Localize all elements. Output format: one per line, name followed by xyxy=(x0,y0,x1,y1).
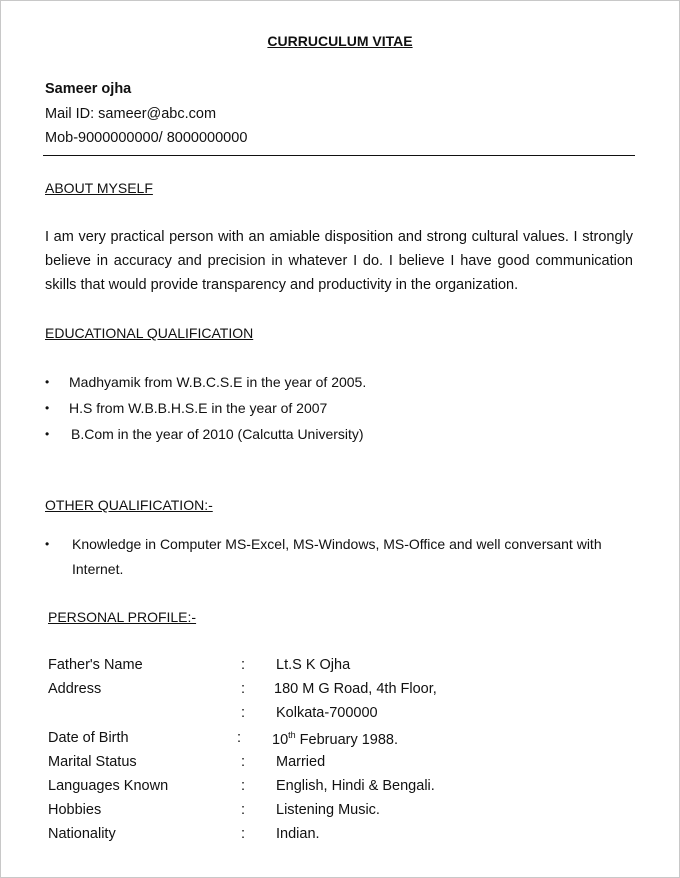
bullet-icon: • xyxy=(45,427,50,441)
list-item: B.Com in the year of 2010 (Calcutta Univ… xyxy=(71,426,364,442)
dob-suffix: th xyxy=(288,730,296,740)
profile-value: English, Hindi & Bengali. xyxy=(276,778,435,794)
about-text: I am very practical person with an amiab… xyxy=(45,229,633,293)
profile-colon: : xyxy=(241,705,246,721)
profile-label: Father's Name xyxy=(48,657,143,673)
list-item-continuation: Internet. xyxy=(72,561,124,577)
candidate-name: Sameer ojha xyxy=(45,81,132,97)
cv-page: CURRUCULUM VITAE Sameer ojha Mail ID: sa… xyxy=(0,0,680,878)
profile-label: Nationality xyxy=(48,826,116,842)
dob-day: 10 xyxy=(272,731,289,748)
bullet-icon: • xyxy=(45,401,50,415)
other-heading: OTHER QUALIFICATION:- xyxy=(45,497,213,513)
bullet-icon: • xyxy=(45,537,50,551)
profile-label: Hobbies xyxy=(48,802,102,818)
bullet-icon: • xyxy=(45,375,50,389)
profile-value: Married xyxy=(276,754,326,770)
profile-value: Listening Music. xyxy=(276,802,380,818)
profile-colon: : xyxy=(241,778,246,794)
profile-label: Date of Birth xyxy=(48,730,129,746)
profile-colon: : xyxy=(241,681,246,697)
profile-value: Lt.S K Ojha xyxy=(276,657,351,673)
profile-value: 10th February 1988. xyxy=(272,730,398,748)
list-item: Knowledge in Computer MS-Excel, MS-Windo… xyxy=(72,536,602,552)
dob-rest: February 1988. xyxy=(295,731,399,748)
document-title: CURRUCULUM VITAE xyxy=(267,33,413,49)
profile-colon: : xyxy=(241,802,246,818)
profile-label: Address xyxy=(48,681,102,697)
profile-label: Marital Status xyxy=(48,754,137,770)
about-heading: ABOUT MYSELF xyxy=(45,180,153,196)
mobile-line: Mob-9000000000/ 8000000000 xyxy=(45,130,248,146)
profile-colon: : xyxy=(241,754,246,770)
email-line: Mail ID: sameer@abc.com xyxy=(45,106,217,122)
profile-label: Languages Known xyxy=(48,778,169,794)
profile-colon: : xyxy=(241,657,246,673)
list-item: Madhyamik from W.B.C.S.E in the year of … xyxy=(69,374,367,390)
profile-value: Kolkata-700000 xyxy=(276,705,378,721)
profile-value: 180 M G Road, 4th Floor, xyxy=(274,681,437,697)
profile-heading: PERSONAL PROFILE:- xyxy=(48,609,197,625)
list-item: H.S from W.B.B.H.S.E in the year of 2007 xyxy=(69,400,328,416)
education-heading: EDUCATIONAL QUALIFICATION xyxy=(45,325,254,341)
header-divider xyxy=(43,155,635,156)
profile-colon: : xyxy=(241,826,246,842)
profile-value: Indian. xyxy=(276,826,320,842)
profile-colon: : xyxy=(237,730,242,746)
